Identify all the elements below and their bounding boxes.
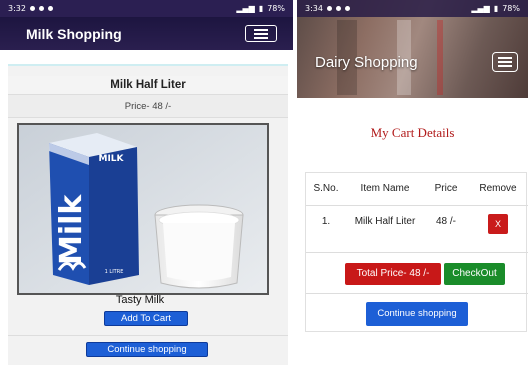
left-phone-screen: 3:32 ▂▄▆ ▮ 78% Milk Shopping Milk Half L… — [0, 0, 293, 365]
add-to-cart-button[interactable]: Add To Cart — [104, 311, 188, 326]
table-row: 1. Milk Half Liter 48 /- X — [306, 205, 528, 253]
navbar: Dairy Shopping — [297, 48, 528, 76]
cell-item-name: Milk Half Liter — [346, 205, 424, 253]
battery-level: 78% — [502, 4, 520, 13]
navbar: Milk Shopping — [0, 17, 293, 50]
brand-title[interactable]: Dairy Shopping — [315, 54, 418, 71]
status-time: 3:32 — [8, 4, 26, 13]
hamburger-menu-icon[interactable] — [245, 25, 277, 42]
total-price-button[interactable]: Total Price- 48 /- — [345, 263, 441, 285]
status-time: 3:34 — [305, 4, 323, 13]
product-image: MILK Milk 1 LITRE — [17, 123, 269, 295]
continue-shopping-button[interactable]: Continue shopping — [366, 302, 468, 326]
table-header-row: S.No. Item Name Price Remove — [306, 173, 528, 206]
signal-icon: ▂▄▆ — [236, 4, 255, 13]
hamburger-menu-icon[interactable] — [492, 52, 518, 72]
cart-table: S.No. Item Name Price Remove 1. Milk Hal… — [306, 173, 528, 253]
column-header-sno: S.No. — [306, 173, 346, 206]
carton-top-text: MILK — [98, 154, 124, 164]
brand-title[interactable]: Milk Shopping — [26, 26, 122, 42]
signal-icon: ▂▄▆ — [471, 4, 490, 13]
notification-icon — [47, 6, 53, 11]
product-title: Milk Half Liter — [8, 76, 288, 94]
right-phone-screen: 3:34 ▂▄▆ ▮ 78% Dairy Shopping My Cart De… — [297, 0, 528, 365]
continue-shopping-button[interactable]: Continue shopping — [86, 342, 208, 357]
cart-title: My Cart Details — [370, 125, 455, 140]
carton-text: Milk — [54, 194, 89, 265]
cell-sno: 1. — [306, 205, 346, 253]
cell-remove: X — [468, 205, 528, 253]
battery-level: 78% — [267, 4, 285, 13]
product-name: Tasty Milk — [115, 294, 165, 306]
status-bar: 3:32 ▂▄▆ ▮ 78% — [0, 0, 293, 17]
battery-icon: ▮ — [493, 4, 499, 13]
battery-icon: ▮ — [258, 4, 264, 13]
cart-panel: S.No. Item Name Price Remove 1. Milk Hal… — [305, 172, 528, 332]
divider — [306, 293, 528, 294]
product-price: Price- 48 /- — [8, 94, 288, 118]
status-bar: 3:34 ▂▄▆ ▮ 78% — [297, 0, 528, 17]
column-header-item-name: Item Name — [346, 173, 424, 206]
notification-icon — [38, 6, 44, 11]
remove-item-button[interactable]: X — [488, 213, 508, 234]
notification-icon — [29, 6, 35, 11]
cell-price: 48 /- — [424, 205, 468, 253]
milk-image: MILK Milk 1 LITRE — [19, 125, 267, 293]
notification-icon — [344, 6, 350, 11]
carton-size: 1 LITRE — [105, 269, 124, 275]
notification-icon — [326, 6, 332, 11]
column-header-remove: Remove — [468, 173, 528, 206]
column-header-price: Price — [424, 173, 468, 206]
divider — [8, 335, 288, 336]
checkout-button[interactable]: CheckOut — [444, 263, 505, 285]
notification-icon — [335, 6, 341, 11]
